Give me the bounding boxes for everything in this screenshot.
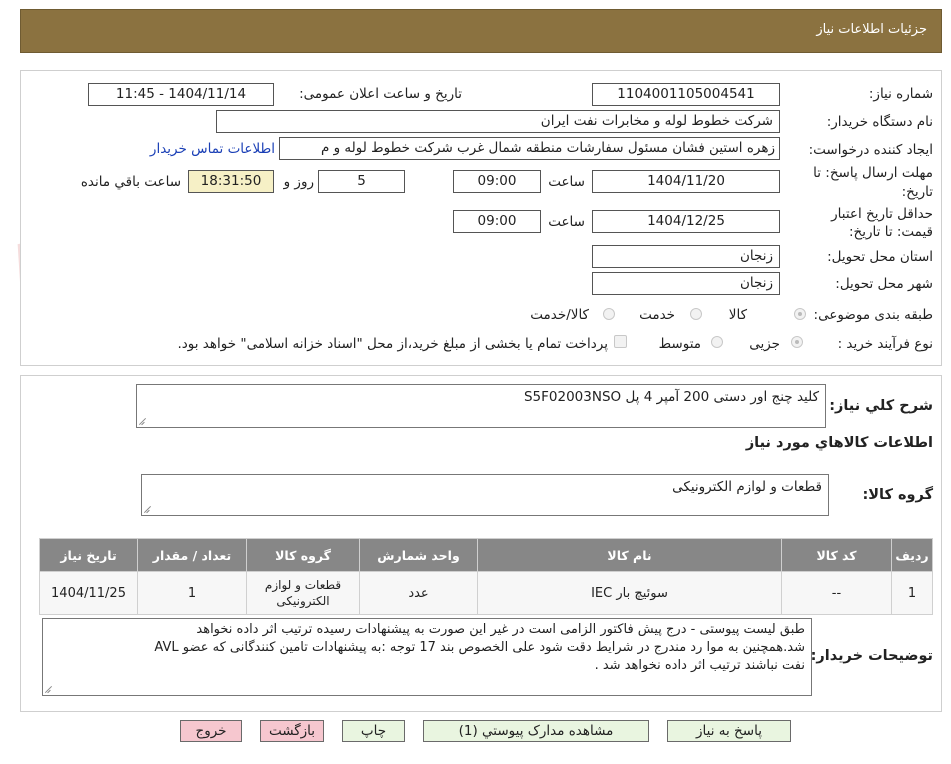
resize-grip-icon[interactable] — [139, 417, 147, 425]
col-row: رديف — [891, 538, 933, 572]
cell-unit: عدد — [359, 571, 478, 615]
process-radio-minor[interactable] — [791, 336, 803, 348]
process-label: نوع فرآیند خرید : — [837, 336, 933, 352]
back-button[interactable]: بازگشت — [260, 720, 324, 742]
validity-time-label: ساعت — [548, 214, 585, 230]
col-name: نام کالا — [477, 538, 782, 572]
need-description-text: کلید چنج اور دستی 200 آمپر 4 پل S5F02003… — [523, 389, 819, 405]
need-number-label: شماره نیاز: — [868, 86, 933, 102]
category-radio-goods[interactable] — [794, 308, 806, 320]
remaining-label: ساعت باقي مانده — [80, 174, 181, 190]
announce-label: تاریخ و ساعت اعلان عمومی: — [299, 86, 462, 102]
goods-info-title: اطلاعات کالاهاي مورد نياز — [745, 435, 933, 451]
buyer-notes-label: توضیحات خریدار: — [810, 648, 933, 664]
cell-name: سوئیچ بار IEC — [477, 571, 782, 615]
validity-time-field: 09:00 — [453, 210, 541, 233]
col-unit: واحد شمارش — [359, 538, 478, 572]
cell-row: 1 — [891, 571, 933, 615]
days-remaining-field: 5 — [318, 170, 405, 193]
col-date: تاريخ نياز — [39, 538, 138, 572]
col-qty: تعداد / مقدار — [137, 538, 247, 572]
table-header-row: رديف کد کالا نام کالا واحد شمارش گروه کا… — [39, 538, 933, 572]
validity-label-2: قیمت: تا تاریخ: — [849, 224, 933, 240]
deadline-date-field: 1404/11/20 — [592, 170, 780, 193]
page-header: جزئیات اطلاعات نیاز — [20, 9, 942, 53]
announce-datetime-field: 1404/11/14 - 11:45 — [88, 83, 274, 106]
view-attachments-button[interactable]: مشاهده مدارک پيوستي (1) — [423, 720, 649, 742]
requester-label: ایجاد کننده درخواست: — [808, 142, 933, 158]
exit-button[interactable]: خروج — [180, 720, 242, 742]
goods-group-text: قطعات و لوازم الکترونیکی — [672, 479, 822, 495]
category-radio-goods-service[interactable] — [603, 308, 615, 320]
deadline-label: مهلت ارسال پاسخ: تا — [813, 165, 933, 181]
goods-group-field: قطعات و لوازم الکترونیکی — [141, 474, 829, 516]
requester-field: زهره استین فشان مسئول سفارشات منطقه شمال… — [279, 137, 780, 160]
process-radio-medium[interactable] — [711, 336, 723, 348]
process-option-medium: متوسط — [658, 336, 701, 352]
resize-grip-icon[interactable] — [144, 505, 152, 513]
deadline-time-label: ساعت — [548, 174, 585, 190]
category-option-goods: کالا — [728, 307, 747, 323]
category-option-service: خدمت — [639, 307, 675, 323]
need-description-label: شرح کلي نياز: — [829, 398, 933, 414]
cell-code: -- — [781, 571, 892, 615]
page-title: جزئیات اطلاعات نیاز — [816, 22, 927, 37]
category-radio-service[interactable] — [690, 308, 702, 320]
category-option-goods-service: کالا/خدمت — [530, 307, 589, 323]
countdown-field: 18:31:50 — [188, 170, 274, 193]
validity-label: حداقل تاریخ اعتبار — [831, 206, 933, 222]
buyer-org-label: نام دستگاه خریدار: — [826, 114, 933, 130]
table-row: 1 -- سوئیچ بار IEC عدد قطعات و لوازم الک… — [39, 571, 933, 615]
buyer-notes-line-1: طبق لیست پیوستی - درج پیش فاکتور الزامی … — [196, 622, 805, 637]
need-description-field: کلید چنج اور دستی 200 آمپر 4 پل S5F02003… — [136, 384, 826, 428]
cell-date: 1404/11/25 — [39, 571, 138, 615]
buyer-contact-link[interactable]: اطلاعات تماس خریدار — [150, 141, 275, 157]
cell-qty: 1 — [137, 571, 247, 615]
col-code: کد کالا — [781, 538, 892, 572]
province-label: استان محل تحویل: — [827, 249, 933, 265]
reply-button[interactable]: پاسخ به نياز — [667, 720, 791, 742]
need-number-field: 1104001105004541 — [592, 83, 780, 106]
days-label: روز و — [283, 174, 314, 190]
col-group: گروه کالا — [246, 538, 360, 572]
cell-group: قطعات و لوازم الکترونیکی — [246, 571, 360, 615]
deadline-label-2: تاریخ: — [901, 184, 933, 200]
buyer-notes-line-3: نفت نباشند ترتیب اثر داده نخواهد شد . — [594, 658, 805, 673]
process-option-minor: جزیی — [749, 336, 780, 352]
print-button[interactable]: چاپ — [342, 720, 405, 742]
treasury-checkbox[interactable] — [614, 335, 627, 348]
goods-table: رديف کد کالا نام کالا واحد شمارش گروه کا… — [39, 538, 933, 615]
validity-date-field: 1404/12/25 — [592, 210, 780, 233]
city-label: شهر محل تحویل: — [835, 276, 933, 292]
city-field: زنجان — [592, 272, 780, 295]
buyer-notes-line-2: شد.همچنین به موا رد مندرج در شرایط دقت ش… — [154, 640, 805, 655]
category-label: طبقه بندی موضوعی: — [813, 307, 933, 323]
buyer-org-field: شرکت خطوط لوله و مخابرات نفت ایران — [216, 110, 780, 133]
goods-group-label: گروه کالا: — [862, 487, 933, 503]
buyer-notes-field: طبق لیست پیوستی - درج پیش فاکتور الزامی … — [42, 618, 812, 696]
resize-grip-icon[interactable] — [45, 685, 53, 693]
deadline-time-field: 09:00 — [453, 170, 541, 193]
payment-note: پرداخت تمام یا بخشی از مبلغ خرید،از محل … — [177, 336, 608, 352]
province-field: زنجان — [592, 245, 780, 268]
